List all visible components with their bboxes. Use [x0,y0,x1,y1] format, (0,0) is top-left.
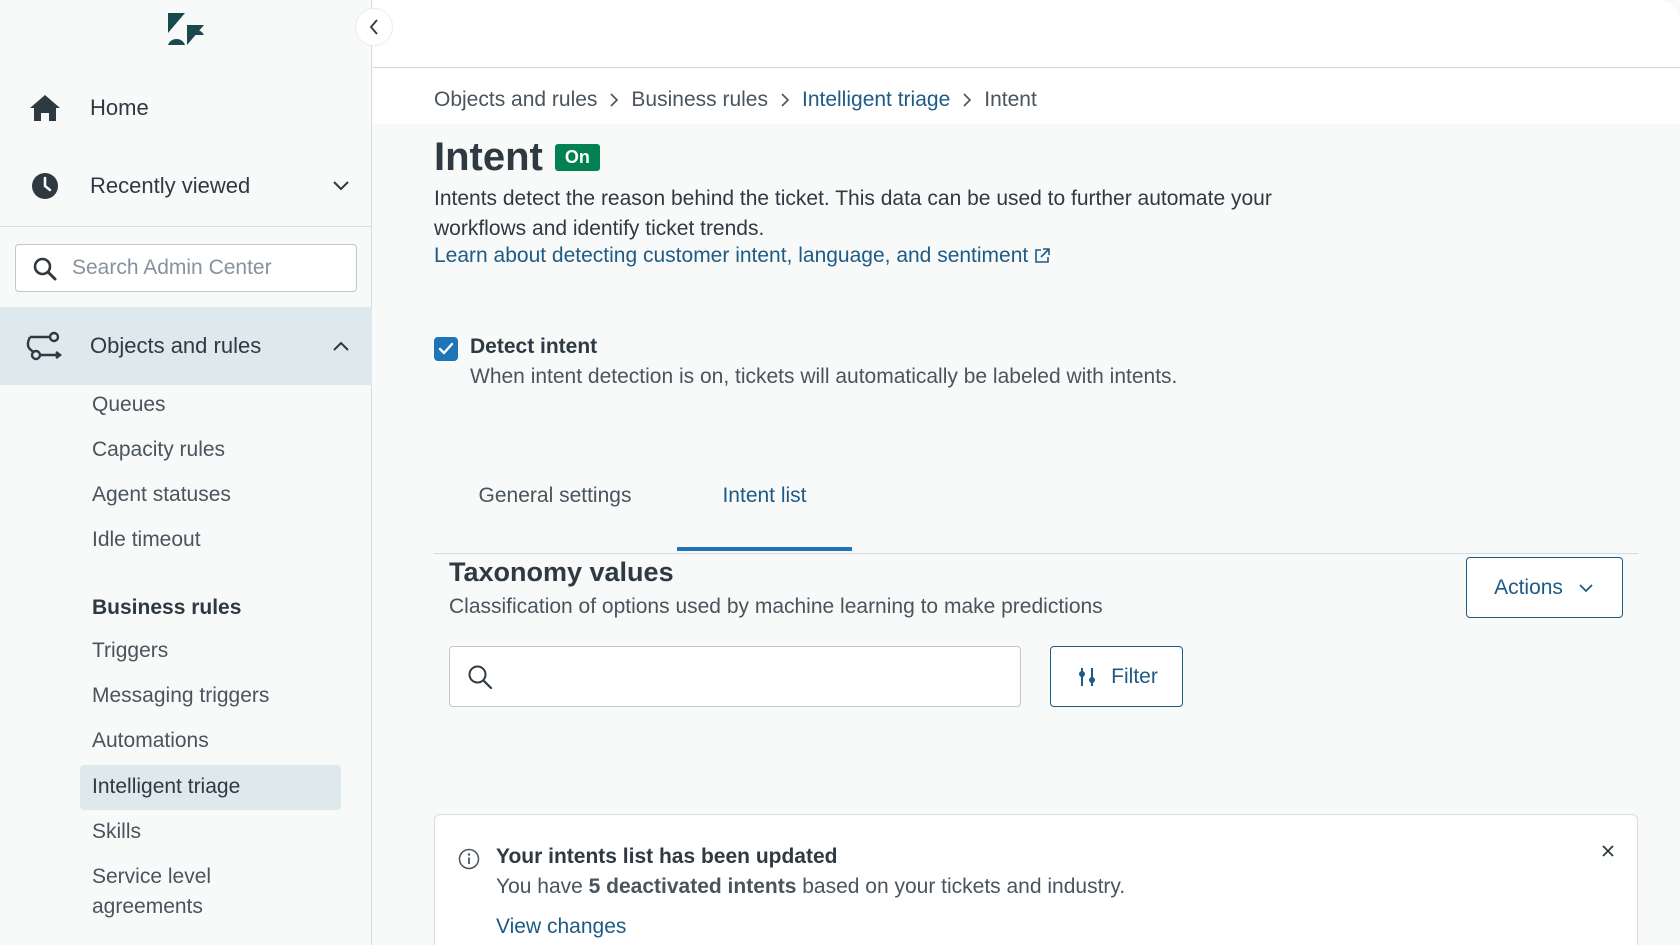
learn-more-label: Learn about detecting customer intent, l… [434,244,1029,267]
learn-more-link[interactable]: Learn about detecting customer intent, l… [434,244,1051,268]
chevron-down-icon [1579,583,1593,592]
zendesk-logo[interactable] [166,13,206,45]
sidebar-item-intelligent-triage[interactable]: Intelligent triage [92,772,240,802]
taxonomy-subtitle: Classification of options used by machin… [449,595,1103,618]
tab-list: General settings Intent list [434,439,1638,554]
admin-search-input[interactable]: Search Admin Center [15,244,357,292]
actions-label: Actions [1494,575,1563,599]
breadcrumb-intelligent-triage[interactable]: Intelligent triage [802,88,950,112]
breadcrumb-business-rules[interactable]: Business rules [631,88,768,112]
sidebar-item-idle-timeout[interactable]: Idle timeout [92,525,201,555]
chevron-right-icon [780,92,790,108]
chevron-right-icon [609,92,619,108]
taxonomy-search-input[interactable] [449,646,1021,707]
chevron-down-icon [330,175,352,197]
sidebar-item-queues[interactable]: Queues [92,390,166,420]
active-tab-indicator [677,547,852,551]
notice-body-suffix: based on your tickets and industry. [796,875,1126,898]
view-changes-link[interactable]: View changes [496,915,626,939]
home-icon [28,91,62,125]
objects-rules-icon [26,331,62,361]
actions-button[interactable]: Actions [1466,557,1623,618]
tab-intent-list[interactable]: Intent list [677,439,852,553]
filter-button[interactable]: Filter [1050,646,1183,707]
sidebar-item-triggers[interactable]: Triggers [92,636,168,666]
breadcrumb: Objects and rules Business rules Intelli… [434,88,1037,112]
admin-search-placeholder: Search Admin Center [72,256,272,279]
breadcrumb-objects-and-rules[interactable]: Objects and rules [434,88,597,112]
checkmark-icon [438,342,454,355]
sidebar-item-capacity-rules[interactable]: Capacity rules [92,435,225,465]
detect-intent-checkbox[interactable] [434,337,458,361]
sidebar-item-skills[interactable]: Skills [92,817,141,847]
taxonomy-title: Taxonomy values [449,557,674,587]
sidebar-divider [0,226,372,227]
nav-home[interactable]: Home [0,78,372,138]
admin-sidebar: Home Recently viewed Search Admin Center [0,0,372,945]
chevron-right-icon [962,92,972,108]
sidebar-item-messaging-triggers[interactable]: Messaging triggers [92,681,269,711]
chevron-up-icon [333,341,349,351]
detect-intent-hint: When intent detection is on, tickets wil… [470,365,1178,388]
title-row: Intent On [434,135,600,180]
filter-label: Filter [1111,664,1158,688]
sidebar-section-business-rules: Business rules [92,596,242,619]
search-icon [468,665,493,690]
detect-intent-label[interactable]: Detect intent [470,335,597,359]
notice-body: You have 5 deactivated intents based on … [496,875,1125,899]
main-content: Objects and rules Business rules Intelli… [373,69,1680,945]
notice-title: Your intents list has been updated [496,845,838,868]
notice-body-count: 5 deactivated intents [588,875,797,898]
app-window: Home Recently viewed Search Admin Center [0,0,1680,945]
sidebar-item-automations[interactable]: Automations [92,726,209,756]
tab-general-settings[interactable]: General settings [434,439,676,553]
status-badge: On [554,144,600,171]
info-icon [458,848,480,870]
chevron-left-icon [369,19,378,35]
tabs-divider [434,553,1638,554]
breadcrumb-intent: Intent [984,88,1037,111]
intents-updated-notice: Your intents list has been updated You h… [434,814,1638,945]
page-description: Intents detect the reason behind the tic… [434,187,1272,240]
nav-objects-label: Objects and rules [90,333,262,358]
notice-body-prefix: You have [496,875,589,898]
close-icon[interactable] [1598,841,1618,861]
page-title: Intent [434,135,543,179]
nav-home-label: Home [90,95,149,120]
top-bar [373,0,1680,68]
collapse-sidebar-button[interactable] [355,8,393,46]
nav-recently-viewed-label: Recently viewed [90,173,251,198]
filter-sliders-icon [1079,667,1096,686]
nav-recently-viewed[interactable]: Recently viewed [0,156,372,216]
clock-icon [28,169,62,203]
nav-objects-and-rules[interactable]: Objects and rules [0,307,372,385]
sidebar-item-service-level-agreements[interactable]: Service level agreements [92,862,292,922]
external-link-icon [1035,248,1051,263]
search-icon [33,257,57,281]
sidebar-item-agent-statuses[interactable]: Agent statuses [92,480,231,510]
